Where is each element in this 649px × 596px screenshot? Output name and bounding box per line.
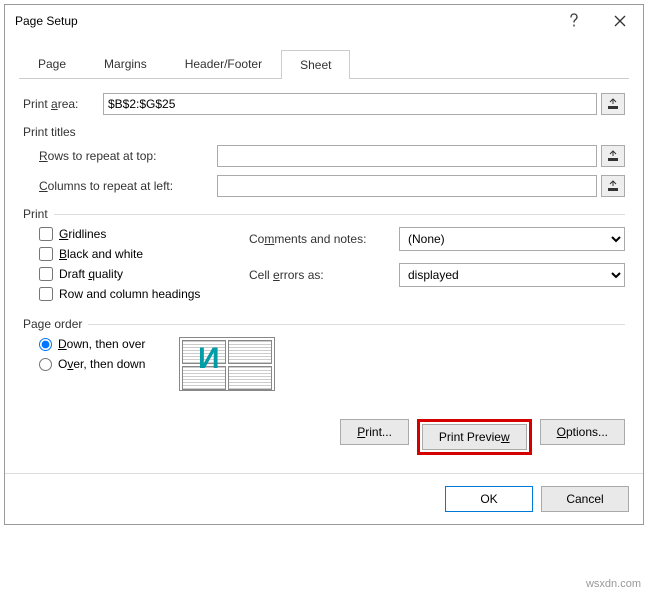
tab-page[interactable]: Page [19,49,85,78]
print-preview-button[interactable]: Print Preview [422,424,527,450]
page-order-group: Page order [23,317,625,331]
close-button[interactable] [597,5,643,37]
cancel-button[interactable]: Cancel [541,486,629,512]
ok-button[interactable]: OK [445,486,533,512]
gridlines-label: Gridlines [59,227,106,241]
tab-sheet[interactable]: Sheet [281,50,350,79]
row-col-headings-label: Row and column headings [59,287,200,301]
options-button[interactable]: Options... [540,419,625,445]
divider [54,214,625,215]
print-group: Print [23,207,625,221]
help-button[interactable] [551,5,597,37]
cols-repeat-row: Columns to repeat at left: [39,175,625,197]
down-then-over-radio[interactable] [39,338,52,351]
cols-repeat-input[interactable] [217,175,597,197]
collapse-dialog-icon [607,150,619,162]
row-col-headings-checkbox[interactable] [39,287,53,301]
print-titles-group: Print titles [23,125,625,139]
page-order-options: Down, then over Over, then down [39,337,179,377]
tab-content: Print area: Print titles Rows to repeat … [19,79,629,459]
print-area-input[interactable] [103,93,597,115]
print-checkboxes: Gridlines Black and white Draft quality … [39,227,249,307]
black-white-label: Black and white [59,247,143,261]
print-button[interactable]: Print... [340,419,409,445]
black-white-checkbox[interactable] [39,247,53,261]
rows-repeat-input[interactable] [217,145,597,167]
draft-quality-checkbox[interactable] [39,267,53,281]
print-group-label: Print [23,207,48,221]
page-order-preview: И [179,337,275,391]
cols-repeat-label: Columns to repeat at left: [39,179,217,193]
rows-repeat-label: Rows to repeat at top: [39,149,217,163]
watermark: wsxdn.com [586,578,641,590]
page-setup-dialog: Page Setup Page Margins Header/Footer Sh… [4,4,644,525]
cols-repeat-collapse-button[interactable] [601,175,625,197]
collapse-dialog-icon [607,180,619,192]
divider [88,324,625,325]
comments-label: Comments and notes: [249,232,399,246]
print-selects: Comments and notes: (None) Cell errors a… [249,227,625,307]
page-order-label: Page order [23,317,82,331]
tab-header-footer[interactable]: Header/Footer [166,49,281,78]
print-area-label: Print area: [23,97,103,111]
down-then-over-label: Down, then over [58,337,145,351]
gridlines-checkbox[interactable] [39,227,53,241]
rows-repeat-collapse-button[interactable] [601,145,625,167]
action-buttons: Print... Print Preview Options... [23,419,625,455]
dialog-title: Page Setup [15,14,551,28]
collapse-dialog-icon [607,98,619,110]
rows-repeat-row: Rows to repeat at top: [39,145,625,167]
annotation-highlight: Print Preview [417,419,532,455]
titlebar: Page Setup [5,5,643,37]
dialog-body: Page Margins Header/Footer Sheet Print a… [5,37,643,473]
close-icon [614,15,626,27]
cell-errors-label: Cell errors as: [249,268,399,282]
print-area-row: Print area: [23,93,625,115]
comments-select[interactable]: (None) [399,227,625,251]
tab-strip: Page Margins Header/Footer Sheet [19,49,629,79]
over-then-down-radio[interactable] [39,358,52,371]
help-icon [568,13,580,29]
draft-quality-label: Draft quality [59,267,123,281]
dialog-footer: OK Cancel [5,473,643,524]
cell-errors-select[interactable]: displayed [399,263,625,287]
tab-margins[interactable]: Margins [85,49,166,78]
over-then-down-label: Over, then down [58,357,145,371]
print-area-collapse-button[interactable] [601,93,625,115]
